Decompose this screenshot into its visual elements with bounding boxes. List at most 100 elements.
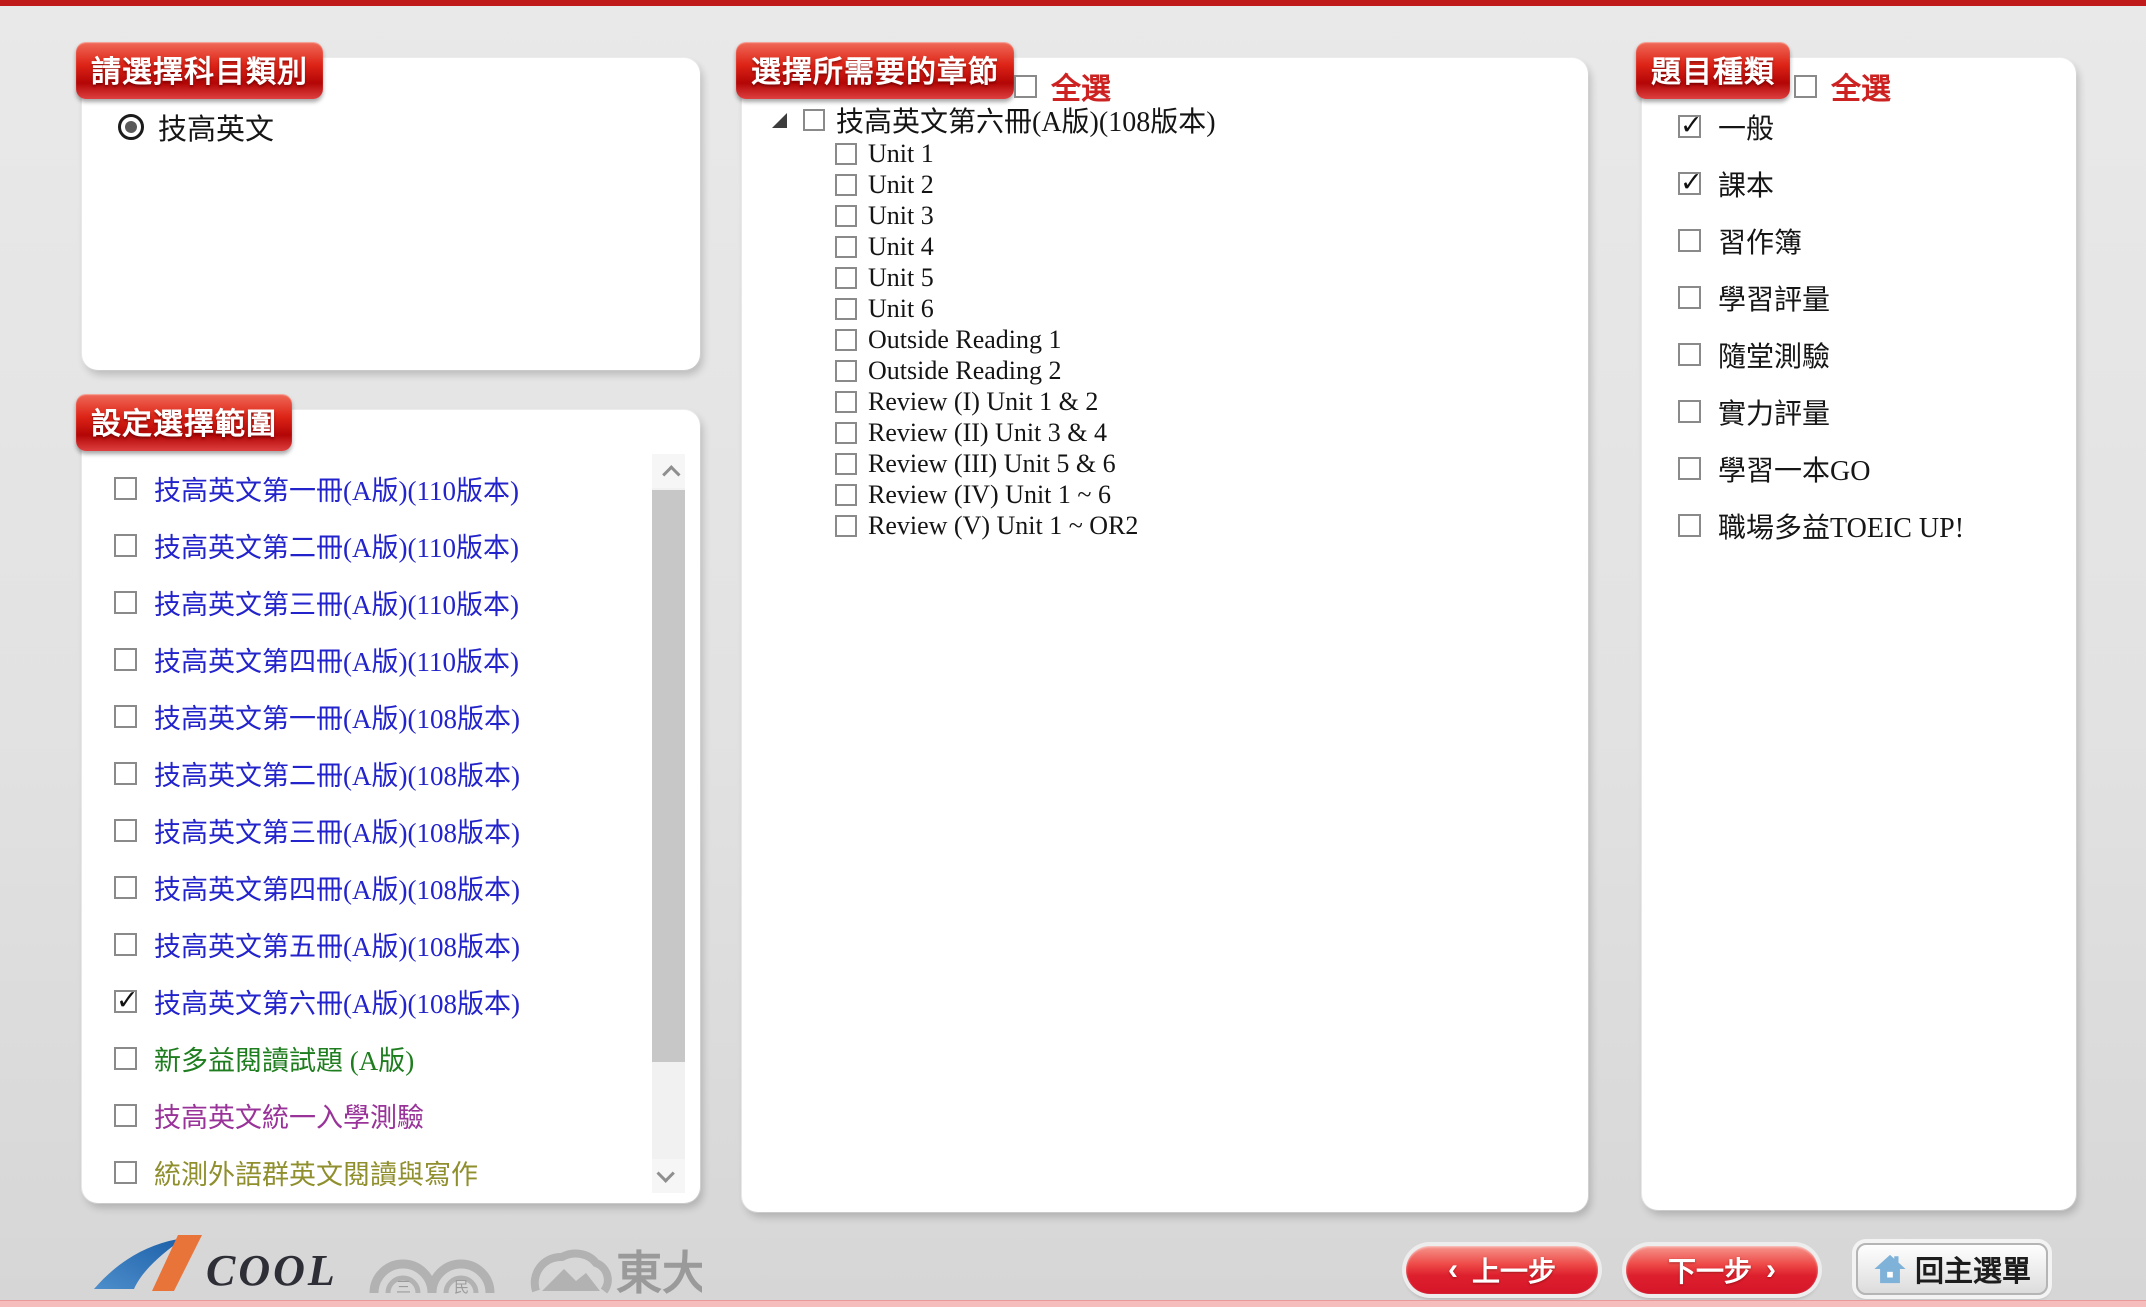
chapter-item-label[interactable]: Review (III) Unit 5 & 6 (868, 449, 1116, 479)
checkbox[interactable] (803, 109, 825, 131)
chapter-item-label[interactable]: Review (I) Unit 1 & 2 (868, 387, 1098, 417)
chapter-item-label[interactable]: Review (II) Unit 3 & 4 (868, 418, 1107, 448)
chapter-item[interactable]: Unit 5 (772, 262, 1588, 293)
scroll-up-button[interactable] (652, 454, 685, 488)
checkbox[interactable] (1678, 229, 1701, 252)
range-item[interactable]: 技高英文統一入學測驗 (114, 1087, 700, 1144)
chapter-item[interactable]: Unit 2 (772, 169, 1588, 200)
qtype-item[interactable]: 習作簿 (1678, 212, 2076, 269)
qtype-item-label[interactable]: 一般 (1718, 107, 1774, 147)
chapter-item[interactable]: Unit 6 (772, 293, 1588, 324)
tree-expander-icon[interactable] (772, 113, 787, 128)
chapter-item-label[interactable]: Unit 2 (868, 170, 934, 200)
chapter-item-label[interactable]: Unit 5 (868, 263, 934, 293)
checkbox[interactable] (835, 174, 857, 196)
range-item[interactable]: 技高英文第三冊(A版)(110版本) (114, 574, 700, 631)
range-item[interactable]: 技高英文第六冊(A版)(108版本) (114, 973, 700, 1030)
checkbox[interactable] (835, 515, 857, 537)
checkbox[interactable] (835, 143, 857, 165)
qtype-item[interactable]: 職場多益TOEIC UP! (1678, 497, 2076, 554)
subject-radio[interactable] (118, 114, 144, 140)
range-item[interactable]: 技高英文第一冊(A版)(110版本) (114, 460, 700, 517)
checkbox[interactable] (114, 933, 137, 956)
qtype-item[interactable]: 學習一本GO (1678, 440, 2076, 497)
home-menu-button[interactable]: 回主選單 (1856, 1243, 2048, 1295)
chapter-item[interactable]: Review (II) Unit 3 & 4 (772, 417, 1588, 448)
chapter-item-label[interactable]: Review (V) Unit 1 ~ OR2 (868, 511, 1138, 541)
checkbox[interactable] (835, 422, 857, 444)
chapter-item-label[interactable]: Unit 6 (868, 294, 934, 324)
checkbox[interactable] (835, 391, 857, 413)
qtype-item[interactable]: 隨堂測驗 (1678, 326, 2076, 383)
chapter-item[interactable]: Review (V) Unit 1 ~ OR2 (772, 510, 1588, 541)
checkbox[interactable] (835, 484, 857, 506)
checkbox[interactable] (1678, 172, 1701, 195)
range-item-label[interactable]: 技高英文第三冊(A版)(110版本) (154, 583, 519, 622)
range-item-label[interactable]: 技高英文第三冊(A版)(108版本) (154, 811, 520, 850)
checkbox[interactable] (1014, 75, 1037, 98)
checkbox[interactable] (835, 236, 857, 258)
qtype-item-label[interactable]: 隨堂測驗 (1718, 335, 1830, 375)
chapter-item[interactable]: Review (IV) Unit 1 ~ 6 (772, 479, 1588, 510)
next-step-button[interactable]: 下一步 › (1626, 1246, 1818, 1294)
checkbox[interactable] (114, 648, 137, 671)
qtype-item-label[interactable]: 習作簿 (1718, 221, 1802, 261)
checkbox[interactable] (1678, 286, 1701, 309)
scroll-down-button[interactable] (652, 1159, 685, 1193)
previous-step-button[interactable]: ‹ 上一步 (1406, 1246, 1598, 1294)
chapter-item-label[interactable]: Unit 1 (868, 139, 934, 169)
range-item[interactable]: 技高英文第五冊(A版)(108版本) (114, 916, 700, 973)
range-item-label[interactable]: 技高英文第六冊(A版)(108版本) (154, 982, 520, 1021)
checkbox[interactable] (835, 298, 857, 320)
checkbox[interactable] (835, 329, 857, 351)
checkbox[interactable] (114, 534, 137, 557)
range-item[interactable]: 技高英文第一冊(A版)(108版本) (114, 688, 700, 745)
range-item-label[interactable]: 新多益閱讀試題 (A版) (154, 1039, 414, 1078)
checkbox[interactable] (835, 205, 857, 227)
qtype-item-label[interactable]: 學習評量 (1718, 278, 1830, 318)
checkbox[interactable] (114, 1047, 137, 1070)
chapter-item[interactable]: Unit 4 (772, 231, 1588, 262)
chapter-item[interactable]: Review (I) Unit 1 & 2 (772, 386, 1588, 417)
checkbox[interactable] (114, 591, 137, 614)
select-all-label[interactable]: 全選 (1831, 64, 1891, 108)
qtype-item[interactable]: 實力評量 (1678, 383, 2076, 440)
qtype-item-label[interactable]: 實力評量 (1718, 392, 1830, 432)
checkbox[interactable] (835, 453, 857, 475)
range-item[interactable]: 技高英文第二冊(A版)(108版本) (114, 745, 700, 802)
range-item-label[interactable]: 技高英文第二冊(A版)(108版本) (154, 754, 520, 793)
checkbox[interactable] (1678, 514, 1701, 537)
qtype-item[interactable]: 課本 (1678, 155, 2076, 212)
chapter-select-all[interactable]: 全選 (1014, 64, 1111, 108)
range-item[interactable]: 技高英文第四冊(A版)(108版本) (114, 859, 700, 916)
checkbox[interactable] (1678, 400, 1701, 423)
select-all-label[interactable]: 全選 (1051, 64, 1111, 108)
chapter-item[interactable]: Unit 3 (772, 200, 1588, 231)
chapter-item-label[interactable]: Unit 4 (868, 232, 934, 262)
chapter-item-label[interactable]: Review (IV) Unit 1 ~ 6 (868, 480, 1111, 510)
checkbox[interactable] (114, 990, 137, 1013)
qtype-item-label[interactable]: 職場多益TOEIC UP! (1718, 506, 1964, 546)
checkbox[interactable] (114, 1104, 137, 1127)
range-item-label[interactable]: 技高英文第四冊(A版)(110版本) (154, 640, 519, 679)
checkbox[interactable] (1678, 343, 1701, 366)
range-item[interactable]: 新多益閱讀試題 (A版) (114, 1030, 700, 1087)
checkbox[interactable] (835, 267, 857, 289)
checkbox[interactable] (114, 477, 137, 500)
chapter-item[interactable]: Outside Reading 1 (772, 324, 1588, 355)
range-item-label[interactable]: 技高英文第二冊(A版)(110版本) (154, 526, 519, 565)
range-item-label[interactable]: 技高英文第一冊(A版)(110版本) (154, 469, 519, 508)
range-item[interactable]: 技高英文第四冊(A版)(110版本) (114, 631, 700, 688)
scrollbar-thumb[interactable] (652, 490, 685, 1062)
range-item[interactable]: 技高英文第二冊(A版)(110版本) (114, 517, 700, 574)
chapter-item-label[interactable]: Outside Reading 1 (868, 325, 1062, 355)
chapter-item[interactable]: Outside Reading 2 (772, 355, 1588, 386)
range-item[interactable]: 統測外語群英文閱讀與寫作 (114, 1144, 700, 1201)
qtype-item[interactable]: 學習評量 (1678, 269, 2076, 326)
chapter-item-label[interactable]: Outside Reading 2 (868, 356, 1062, 386)
checkbox[interactable] (1678, 115, 1701, 138)
checkbox[interactable] (114, 1161, 137, 1184)
checkbox[interactable] (1678, 457, 1701, 480)
checkbox[interactable] (114, 705, 137, 728)
range-item-label[interactable]: 技高英文第五冊(A版)(108版本) (154, 925, 520, 964)
